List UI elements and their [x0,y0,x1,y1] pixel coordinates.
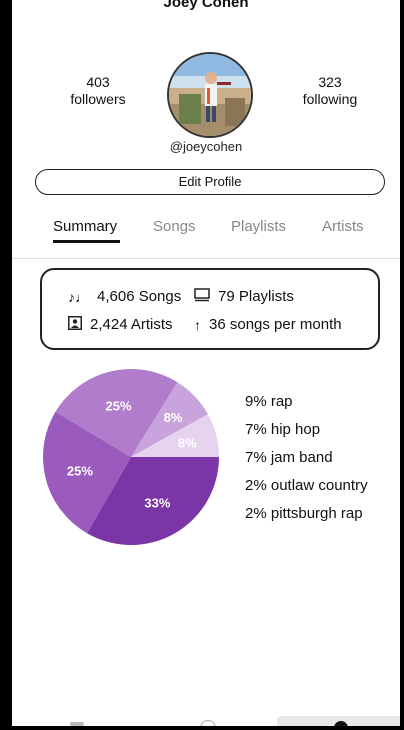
followers-stat[interactable]: 403 followers [58,74,138,108]
songs-per-month: 36 songs per month [209,316,342,333]
app-screen: Joey Cohen 403 followers 323 following @… [12,0,400,726]
music-notes-icon: ♪♩ [68,288,89,305]
followers-count: 403 [86,74,110,90]
home-nav-icon[interactable] [70,722,84,726]
tab-songs[interactable]: Songs [153,218,196,235]
playlists-stat: 79 Playlists [194,288,294,305]
legend-item: 2% outlaw country [245,477,368,494]
following-count: 323 [318,74,342,90]
legend-item: 9% rap [245,393,293,410]
tab-artists[interactable]: Artists [322,218,364,235]
edit-profile-button[interactable]: Edit Profile [35,169,385,195]
tab-bar: Summary Songs Playlists Artists [12,218,400,259]
pie-slice-label: 33% [144,496,170,511]
avatar[interactable] [167,52,253,138]
following-stat[interactable]: 323 following [290,74,370,108]
tab-summary[interactable]: Summary [53,218,117,235]
followers-label: followers [70,91,126,107]
tab-playlists[interactable]: Playlists [231,218,286,235]
genre-pie-chart: 33% 25% 25% 8% 8% [43,369,219,545]
arrow-up-icon: ↑ [194,316,201,333]
stats-box: ♪♩ 4,606 Songs 79 Playlists 2,424 Artist… [40,268,380,350]
songs-count: 4,606 Songs [97,288,182,305]
artists-count: 2,424 Artists [90,316,173,333]
legend-item: 7% hip hop [245,421,321,438]
songs-stat: ♪♩ 4,606 Songs [68,288,181,305]
pie-slice-label: 8% [178,435,197,450]
frame-border [400,0,404,730]
pie-slice-label: 8% [164,410,183,425]
search-nav-icon[interactable] [200,720,216,726]
legend-item: 2% pittsburgh rap [245,505,363,522]
pie-slice-label: 25% [106,399,132,414]
profile-handle: @joeycohen [169,139,243,154]
playlist-icon [194,288,210,305]
genre-legend: 9% rap 7% hip hop 7% jam band 2% outlaw … [245,393,368,533]
pie-slice-label: 25% [67,463,93,478]
playlists-count: 79 Playlists [218,288,294,305]
legend-item: 7% jam band [245,449,333,466]
rate-stat: ↑ 36 songs per month [194,316,342,333]
artists-stat: 2,424 Artists [68,316,173,333]
following-label: following [302,91,358,107]
avatar-photo [169,54,251,136]
profile-name: Joey Cohen [163,0,249,11]
active-tab-indicator [53,240,120,243]
artist-icon [68,316,82,333]
